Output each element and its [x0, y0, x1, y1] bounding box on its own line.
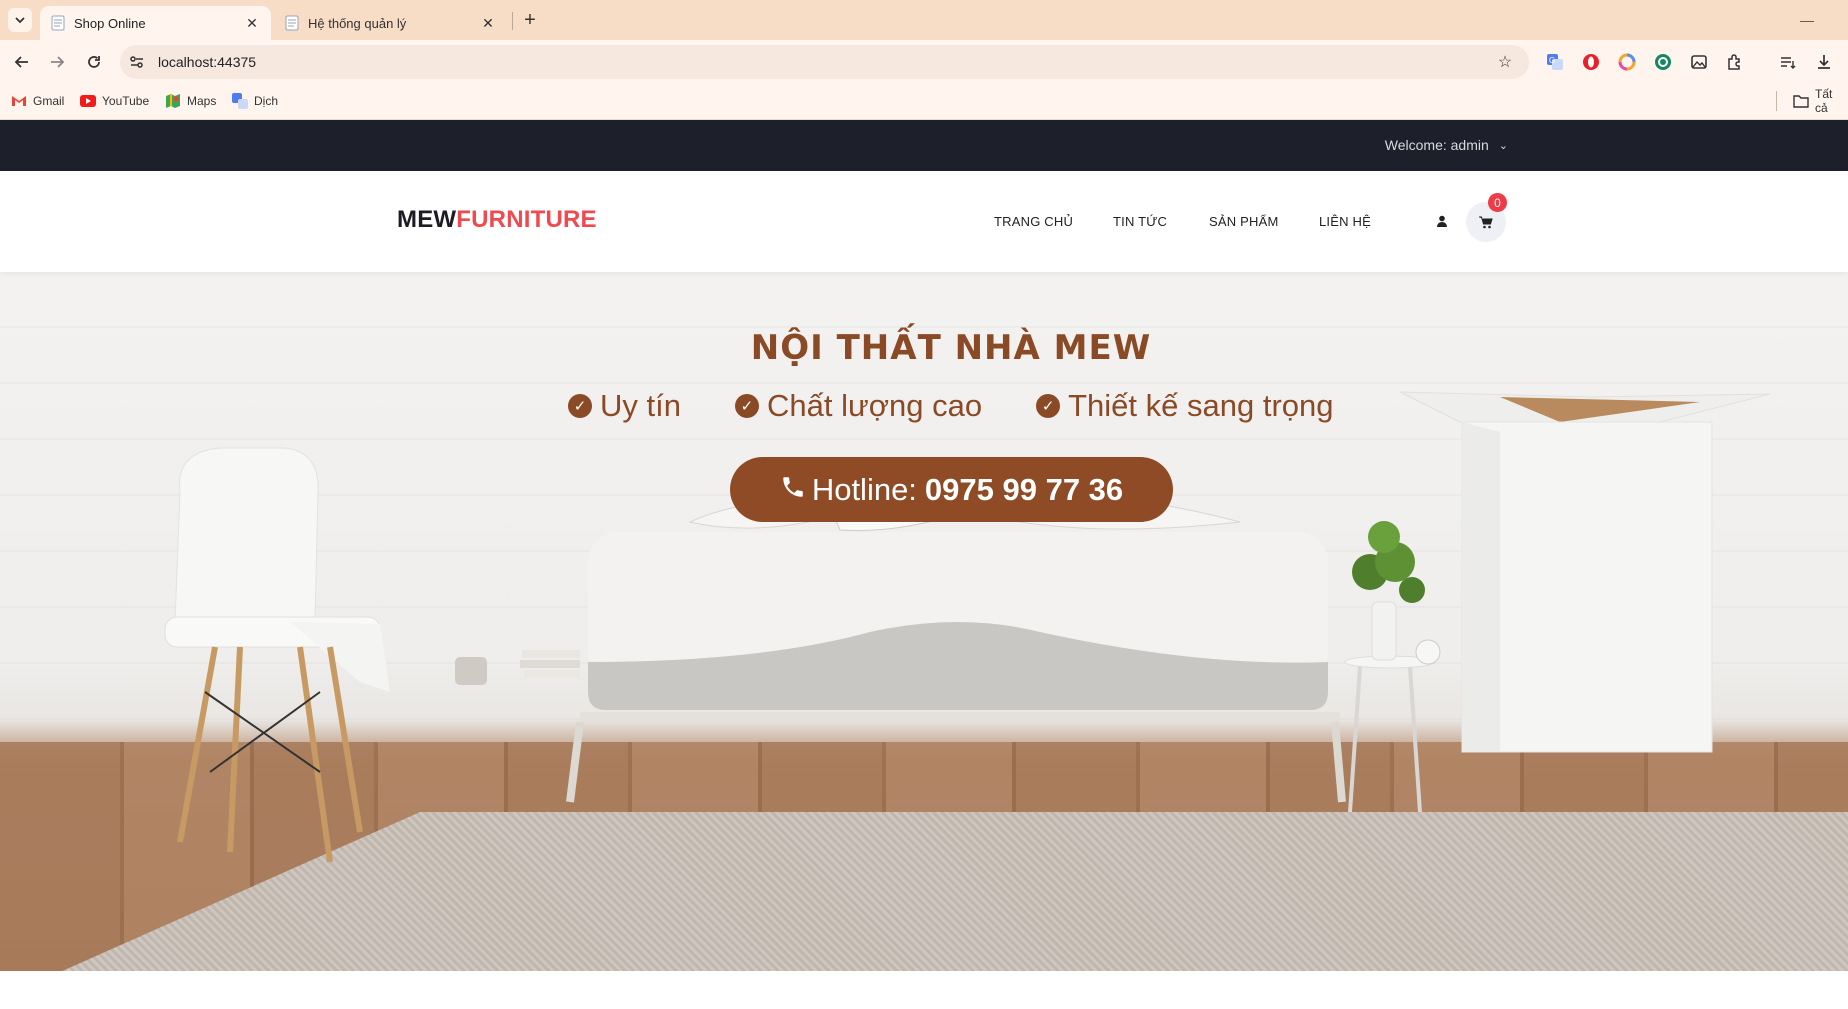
- all-bookmarks-button[interactable]: Tất cả: [1793, 87, 1848, 115]
- forward-button[interactable]: [44, 49, 70, 75]
- page-icon: [284, 15, 300, 31]
- nav-tin-tuc[interactable]: TIN TỨC: [1113, 214, 1167, 229]
- extensions-puzzle-icon[interactable]: [1723, 50, 1747, 74]
- back-button[interactable]: [9, 49, 35, 75]
- user-icon: [1437, 215, 1447, 227]
- feature-label: Uy tín: [600, 388, 681, 423]
- side-table-with-plant-image: [1344, 521, 1441, 813]
- nav-san-pham[interactable]: SẢN PHẨM: [1209, 214, 1279, 229]
- check-circle-icon: ✓: [734, 394, 759, 418]
- cardboard-box-image: [1399, 391, 1771, 753]
- chevron-down-icon: [15, 17, 25, 24]
- bookmark-gmail[interactable]: Gmail: [11, 91, 64, 111]
- bookmark-label: Maps: [187, 94, 217, 108]
- hero-banner: NỘI THẤT NHÀ MEW ✓ Uy tín ✓ Chất lượng c…: [0, 272, 1848, 971]
- youtube-icon: [80, 94, 96, 108]
- bookmarks-bar: Gmail YouTube Maps Dịch Tất cả: [0, 82, 1848, 120]
- feature-item: ✓ Chất lượng cao: [734, 388, 983, 424]
- phone-icon: [780, 472, 806, 508]
- user-account-button[interactable]: [1430, 209, 1454, 233]
- reading-list-icon[interactable]: [1776, 50, 1800, 74]
- site-logo[interactable]: MEWFURNITURE: [397, 206, 597, 234]
- check-circle-icon: ✓: [1036, 394, 1061, 418]
- image-extension-icon[interactable]: [1687, 50, 1711, 74]
- close-tab-icon[interactable]: ✕: [479, 14, 497, 32]
- folder-icon: [1793, 94, 1809, 108]
- shopping-cart-icon: [1479, 216, 1493, 228]
- maps-icon: [165, 94, 181, 108]
- gmail-icon: [11, 94, 27, 108]
- chevron-down-icon: ⌄: [1498, 139, 1508, 152]
- hotline-label: Hotline:: [811, 471, 917, 507]
- opera-extension-icon[interactable]: [1579, 50, 1603, 74]
- bookmark-maps[interactable]: Maps: [165, 91, 216, 111]
- nav-lien-he[interactable]: LIÊN HỆ: [1319, 214, 1371, 229]
- arrow-right-icon: [51, 56, 65, 68]
- bookmark-dich[interactable]: Dịch: [232, 91, 278, 111]
- chair-image: [164, 447, 390, 863]
- bookmark-label: Gmail: [33, 94, 65, 108]
- hero-features: ✓ Uy tín ✓ Chất lượng cao ✓ Thiết kế san…: [568, 386, 1388, 426]
- tab-divider: [512, 12, 513, 30]
- bookmarks-divider: [1776, 91, 1777, 111]
- svg-text:G: G: [1549, 56, 1555, 65]
- bookmark-star-icon[interactable]: ☆: [1495, 52, 1515, 72]
- site-header: MEWFURNITURE TRANG CHỦ TIN TỨC SẢN PHẨM …: [0, 171, 1848, 272]
- tab-title: Shop Online: [74, 15, 146, 31]
- tab-title: Hệ thống quản lý: [308, 15, 407, 31]
- nav-trang-chu[interactable]: TRANG CHỦ: [994, 214, 1073, 229]
- cup-and-books-image: [455, 650, 580, 685]
- reload-icon: [88, 56, 100, 68]
- site-info-icon[interactable]: [120, 45, 154, 79]
- site-topbar: Welcome: admin ⌄: [0, 120, 1848, 171]
- new-tab-button[interactable]: +: [518, 8, 542, 32]
- browser-tab-bar: Shop Online ✕ Hệ thống quản lý ✕ + —: [0, 0, 1848, 40]
- hotline-button[interactable]: Hotline: 0975 99 77 36: [730, 457, 1173, 522]
- hotline-number: 0975 99 77 36: [924, 471, 1124, 507]
- bookmark-label: Tất cả: [1815, 87, 1833, 115]
- bed-image: [566, 487, 1346, 803]
- arrow-left-icon: [14, 56, 28, 68]
- bookmark-youtube[interactable]: YouTube: [80, 91, 149, 111]
- check-circle-icon: ✓: [568, 394, 592, 418]
- address-bar[interactable]: localhost:44375 ☆: [120, 45, 1529, 79]
- bookmark-label: Dịch: [254, 94, 279, 108]
- color-extension-icon[interactable]: [1615, 50, 1639, 74]
- minimize-window-button[interactable]: —: [1795, 8, 1819, 32]
- cart-count-badge: 0: [1488, 193, 1507, 212]
- download-icon[interactable]: [1812, 50, 1836, 74]
- feature-item: ✓ Uy tín: [568, 388, 681, 424]
- hero-title: NỘI THẤT NHÀ MEW: [750, 328, 1152, 368]
- welcome-text: Welcome: admin: [1384, 137, 1489, 153]
- account-menu[interactable]: Welcome: admin ⌄: [1385, 137, 1508, 153]
- feature-item: ✓ Thiết kế sang trọng: [1036, 388, 1334, 424]
- feature-label: Thiết kế sang trọng: [1068, 388, 1334, 423]
- close-tab-icon[interactable]: ✕: [243, 14, 261, 32]
- logo-part-furniture: FURNITURE: [456, 206, 597, 233]
- tab-he-thong-quan-ly[interactable]: Hệ thống quản lý ✕: [274, 6, 507, 40]
- reload-button[interactable]: [81, 49, 107, 75]
- hero-room-illustration: [164, 391, 1771, 863]
- translate-icon: [232, 93, 248, 109]
- feature-label: Chất lượng cao: [766, 388, 983, 423]
- page-icon: [50, 15, 66, 31]
- tab-shop-online[interactable]: Shop Online ✕: [40, 6, 271, 40]
- translate-extension-icon[interactable]: G: [1543, 50, 1567, 74]
- browser-toolbar: localhost:44375 ☆ G: [0, 40, 1848, 112]
- tab-search-button[interactable]: [8, 8, 32, 32]
- url-text: localhost:44375: [158, 54, 257, 70]
- logo-part-mew: MEW: [397, 206, 457, 233]
- grammarly-extension-icon[interactable]: [1651, 50, 1675, 74]
- bookmark-label: YouTube: [102, 94, 150, 108]
